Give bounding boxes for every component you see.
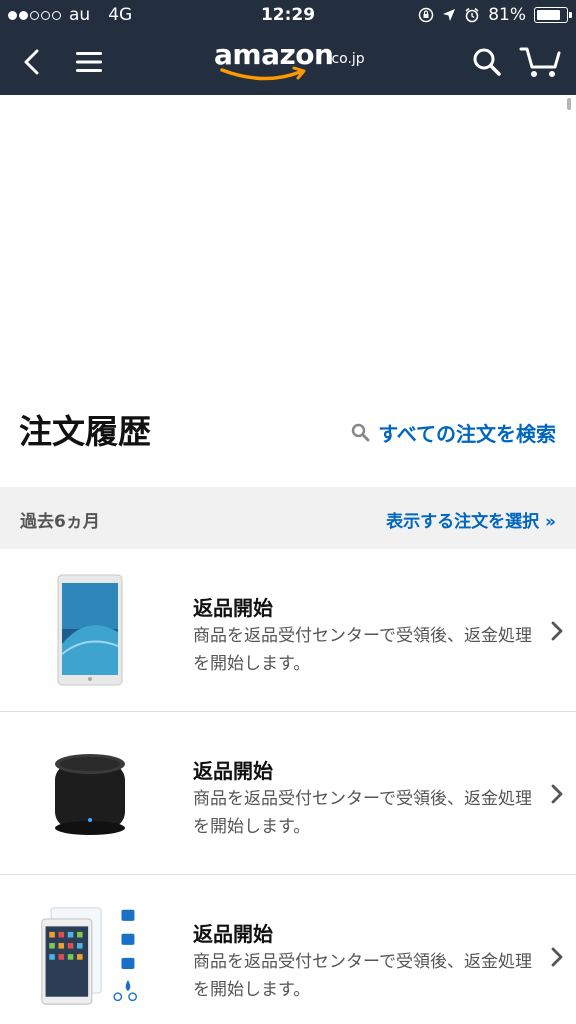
chevron-right-icon <box>551 621 563 641</box>
logo-smile-icon <box>220 66 306 81</box>
scroll-indicator <box>567 98 571 110</box>
speaker-image <box>55 754 125 835</box>
back-chevron-icon <box>24 49 39 75</box>
tablet-image <box>57 574 123 686</box>
back-button[interactable] <box>10 40 54 84</box>
search-all-orders-link[interactable]: すべての注文を検索 <box>351 418 556 447</box>
order-row[interactable]: 返品開始 商品を返品受付センターで受領後、返金処理を開始します。 <box>0 713 576 875</box>
order-description: 商品を返品受付センターで受領後、返金処理を開始します。 <box>193 952 532 1000</box>
filter-band: 過去6ヵ月 表示する注文を選択 » <box>0 487 576 549</box>
order-status: 返品開始 <box>193 596 273 620</box>
cart-button[interactable] <box>518 40 562 84</box>
search-icon <box>473 48 501 76</box>
logo-domain: .co.jp <box>327 51 365 67</box>
alarm-icon <box>465 7 479 23</box>
page-title: 注文履歴 <box>19 412 151 451</box>
select-orders-link[interactable]: 表示する注文を選択 » <box>386 507 556 532</box>
navigation-bar: amazon .co.jp <box>0 30 576 95</box>
chevron-right-icon <box>551 947 563 967</box>
hamburger-menu-icon <box>76 52 102 72</box>
product-thumbnail <box>40 896 140 1016</box>
product-thumbnail <box>40 733 140 853</box>
amazon-logo[interactable]: amazon .co.jp <box>214 38 365 82</box>
period-label: 過去6ヵ月 <box>20 512 100 532</box>
order-row[interactable]: 返品開始 商品を返品受付センターで受領後、返金処理を開始します。 <box>0 876 576 1024</box>
cart-icon <box>519 47 561 77</box>
order-description: 商品を返品受付センターで受領後、返金処理を開始します。 <box>193 626 532 674</box>
search-icon <box>351 423 370 442</box>
search-all-orders-label: すべての注文を検索 <box>378 422 556 446</box>
battery-icon <box>534 7 572 23</box>
product-thumbnail <box>40 570 140 690</box>
chevron-right-icon <box>551 784 563 804</box>
status-bar: au 4G 12:29 81% <box>0 0 576 30</box>
order-row[interactable]: 返品開始 商品を返品受付センターで受領後、返金処理を開始します。 <box>0 550 576 712</box>
rotation-lock-icon <box>418 7 434 23</box>
order-description: 商品を返品受付センターで受領後、返金処理を開始します。 <box>193 789 532 837</box>
search-button[interactable] <box>465 40 509 84</box>
battery-percent: 81% <box>488 5 526 25</box>
screen-protector-image <box>41 907 137 1005</box>
order-status: 返品開始 <box>193 922 273 946</box>
location-arrow-icon <box>443 9 456 21</box>
menu-button[interactable] <box>67 40 111 84</box>
order-status: 返品開始 <box>193 759 273 783</box>
